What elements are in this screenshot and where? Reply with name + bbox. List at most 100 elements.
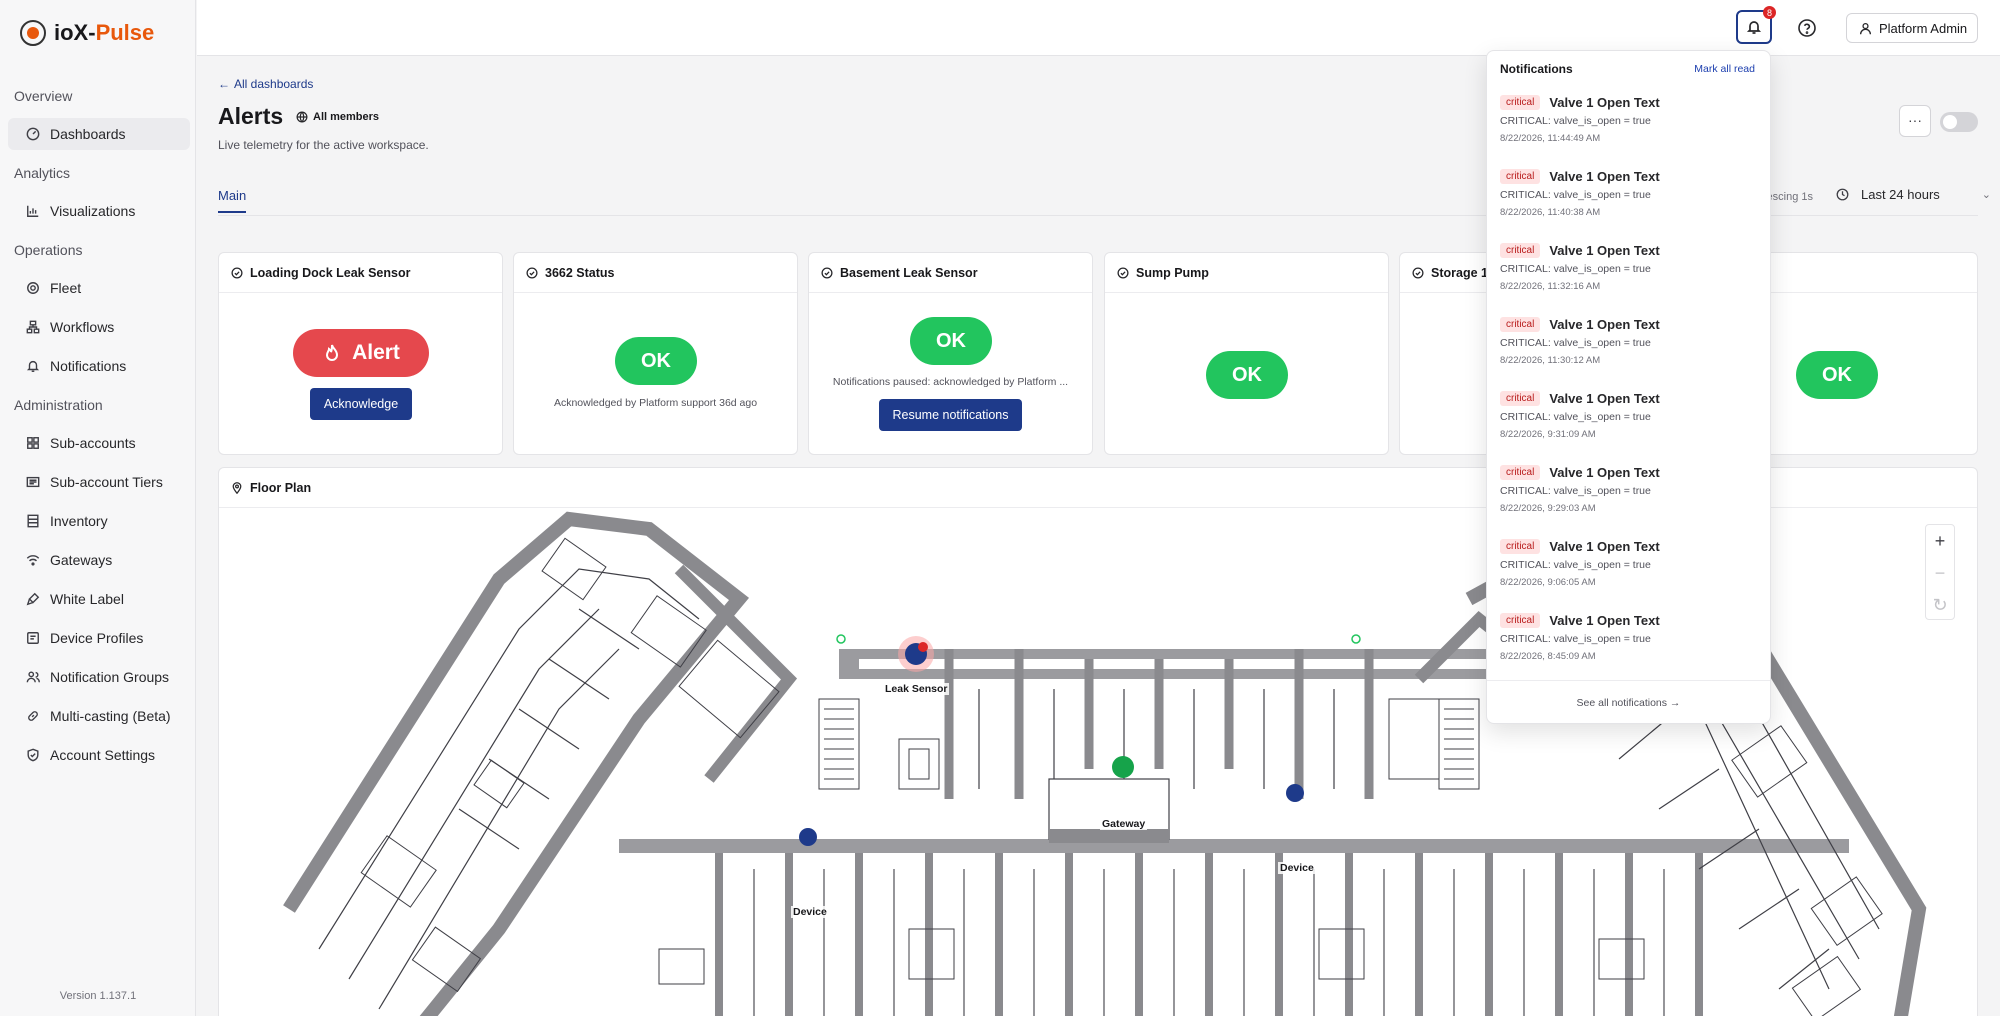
time-range-select[interactable]: Last 24 hours ⌄ xyxy=(1836,187,1991,202)
sidebar-item-visualizations[interactable]: Visualizations xyxy=(8,195,190,227)
map-zoom-controls: + − ↻ xyxy=(1925,524,1955,620)
help-circle-icon xyxy=(1798,19,1816,37)
sidebar-item-sub-account-tiers[interactable]: Sub-account Tiers xyxy=(8,466,190,498)
minor-marker xyxy=(836,634,846,644)
app-version: Version 1.137.1 xyxy=(59,990,137,1002)
status-pill-ok: OK xyxy=(1796,351,1878,399)
paint-brush-icon xyxy=(26,592,40,606)
back-to-dashboards-link[interactable]: ← All dashboards xyxy=(218,77,313,91)
sidebar-item-sub-accounts[interactable]: Sub-accounts xyxy=(8,427,190,459)
widget-title: Sump Pump xyxy=(1136,265,1209,280)
floor-plan-title: Floor Plan xyxy=(250,480,312,495)
status-pill-alert: Alert xyxy=(293,329,429,377)
widget-note: Notifications paused: acknowledged by Pl… xyxy=(832,376,1069,388)
sidebar-item-account-settings[interactable]: Account Settings xyxy=(8,739,190,771)
device-marker-2[interactable] xyxy=(1286,784,1304,802)
popover-divider xyxy=(1487,680,1770,681)
link-icon xyxy=(28,711,38,721)
status-pill-ok: OK xyxy=(910,317,992,365)
notifications-bell-button[interactable]: 8 xyxy=(1736,6,1776,44)
nav-section-analytics: Analytics xyxy=(14,165,71,181)
notification-item[interactable]: critical Valve 1 Open Text CRITICAL: valv… xyxy=(1500,169,1760,218)
notification-message: CRITICAL: valve_is_open = true xyxy=(1500,263,1651,275)
help-button[interactable] xyxy=(1797,18,1817,38)
notification-item[interactable]: critical Valve 1 Open Text CRITICAL: valv… xyxy=(1500,95,1760,144)
users-icon xyxy=(26,671,40,683)
top-bar xyxy=(197,0,2000,56)
app-logo[interactable]: ioX-Pulse xyxy=(20,20,154,46)
visibility-badge[interactable]: All members xyxy=(296,111,379,123)
gateway-marker[interactable] xyxy=(1112,756,1134,778)
status-pill-ok: OK xyxy=(1206,351,1288,399)
gear-icon xyxy=(27,282,39,294)
check-circle-icon xyxy=(231,266,243,279)
check-circle-icon xyxy=(1412,266,1424,279)
logo-icon xyxy=(20,20,46,46)
severity-badge: critical xyxy=(1500,169,1541,184)
sidebar-item-device-profiles[interactable]: Device Profiles xyxy=(8,622,190,654)
sidebar-item-multi-casting[interactable]: Multi-casting (Beta) xyxy=(8,700,190,732)
sidebar-item-inventory[interactable]: Inventory xyxy=(8,505,190,537)
notification-item[interactable]: critical Valve 1 Open Text CRITICAL: valv… xyxy=(1500,539,1760,588)
check-circle-icon xyxy=(821,266,833,279)
tab-main[interactable]: Main xyxy=(218,188,247,213)
nav-section-overview: Overview xyxy=(14,88,73,104)
sidebar-item-gateways[interactable]: Gateways xyxy=(8,544,190,576)
notification-time: 8/22/2026, 9:06:05 AM xyxy=(1500,577,1596,588)
leak-sensor-alert-dot xyxy=(918,642,928,652)
zoom-in-button[interactable]: + xyxy=(1926,525,1954,557)
notification-item[interactable]: critical Valve 1 Open Text CRITICAL: valv… xyxy=(1500,391,1760,440)
inventory-icon xyxy=(27,514,39,528)
clock-icon xyxy=(1836,188,1849,201)
acknowledge-button[interactable]: Acknowledge xyxy=(310,388,412,420)
notification-item[interactable]: critical Valve 1 Open Text CRITICAL: valv… xyxy=(1500,465,1760,514)
bell-icon xyxy=(26,360,40,372)
sidebar-item-fleet[interactable]: Fleet xyxy=(8,272,190,304)
see-all-notifications-link[interactable]: See all notifications → xyxy=(1487,697,1770,709)
more-options-button[interactable]: ··· xyxy=(1899,105,1931,137)
widget-card-sump-pump: Sump Pump OK xyxy=(1104,252,1389,455)
sidebar-item-notifications[interactable]: Notifications xyxy=(8,350,190,382)
leak-sensor-label: Leak Sensor xyxy=(883,683,950,695)
widget-card-basement-leak: Basement Leak Sensor OK Notifications pa… xyxy=(808,252,1093,455)
shield-check-icon xyxy=(27,748,39,762)
mark-all-read-link[interactable]: Mark all read xyxy=(1694,63,1755,75)
widget-header: Sump Pump xyxy=(1105,253,1388,293)
device-marker-1[interactable] xyxy=(799,828,817,846)
device-label-1: Device xyxy=(791,906,829,918)
severity-badge: critical xyxy=(1500,391,1541,406)
map-pin-icon xyxy=(232,481,242,494)
resume-notifications-button[interactable]: Resume notifications xyxy=(879,399,1022,431)
severity-badge: critical xyxy=(1500,95,1541,110)
page-title: Alerts xyxy=(218,103,284,129)
severity-badge: critical xyxy=(1500,317,1541,332)
arrow-left-icon: ← xyxy=(218,77,230,91)
user-icon xyxy=(1859,22,1872,34)
notification-title: Valve 1 Open Text xyxy=(1549,465,1660,480)
reset-view-button[interactable]: ↻ xyxy=(1926,589,1954,621)
zoom-out-button[interactable]: − xyxy=(1926,557,1954,589)
sidebar-item-dashboards[interactable]: Dashboards xyxy=(8,118,190,150)
tiers-icon xyxy=(26,476,40,488)
sidebar-item-notification-groups[interactable]: Notification Groups xyxy=(8,661,190,693)
notifications-title: Notifications xyxy=(1500,62,1573,76)
notification-item[interactable]: critical Valve 1 Open Text CRITICAL: valv… xyxy=(1500,613,1760,662)
notification-time: 8/22/2026, 11:32:16 AM xyxy=(1500,281,1601,292)
notification-title: Valve 1 Open Text xyxy=(1549,539,1660,554)
user-name: Platform Admin xyxy=(1879,20,1968,36)
notification-item[interactable]: critical Valve 1 Open Text CRITICAL: valv… xyxy=(1500,243,1760,292)
sidebar-item-workflows[interactable]: Workflows xyxy=(8,311,190,343)
user-menu-button[interactable]: Platform Admin xyxy=(1846,13,1978,43)
widget-header: 3662 Status xyxy=(514,253,797,293)
notification-message: CRITICAL: valve_is_open = true xyxy=(1500,485,1651,497)
chart-icon xyxy=(27,205,39,217)
brand-name: ioX-Pulse xyxy=(54,20,155,45)
notification-item[interactable]: critical Valve 1 Open Text CRITICAL: valv… xyxy=(1500,317,1760,366)
notification-message: CRITICAL: valve_is_open = true xyxy=(1500,337,1651,349)
sidebar-item-white-label[interactable]: White Label xyxy=(8,583,190,615)
notification-message: CRITICAL: valve_is_open = true xyxy=(1500,633,1651,645)
nav-section-operations: Operations xyxy=(14,242,83,258)
edit-mode-toggle[interactable] xyxy=(1940,112,1978,132)
notifications-popover: Notifications Mark all read critical Valv… xyxy=(1486,50,1771,724)
notification-message: CRITICAL: valve_is_open = true xyxy=(1500,189,1651,201)
